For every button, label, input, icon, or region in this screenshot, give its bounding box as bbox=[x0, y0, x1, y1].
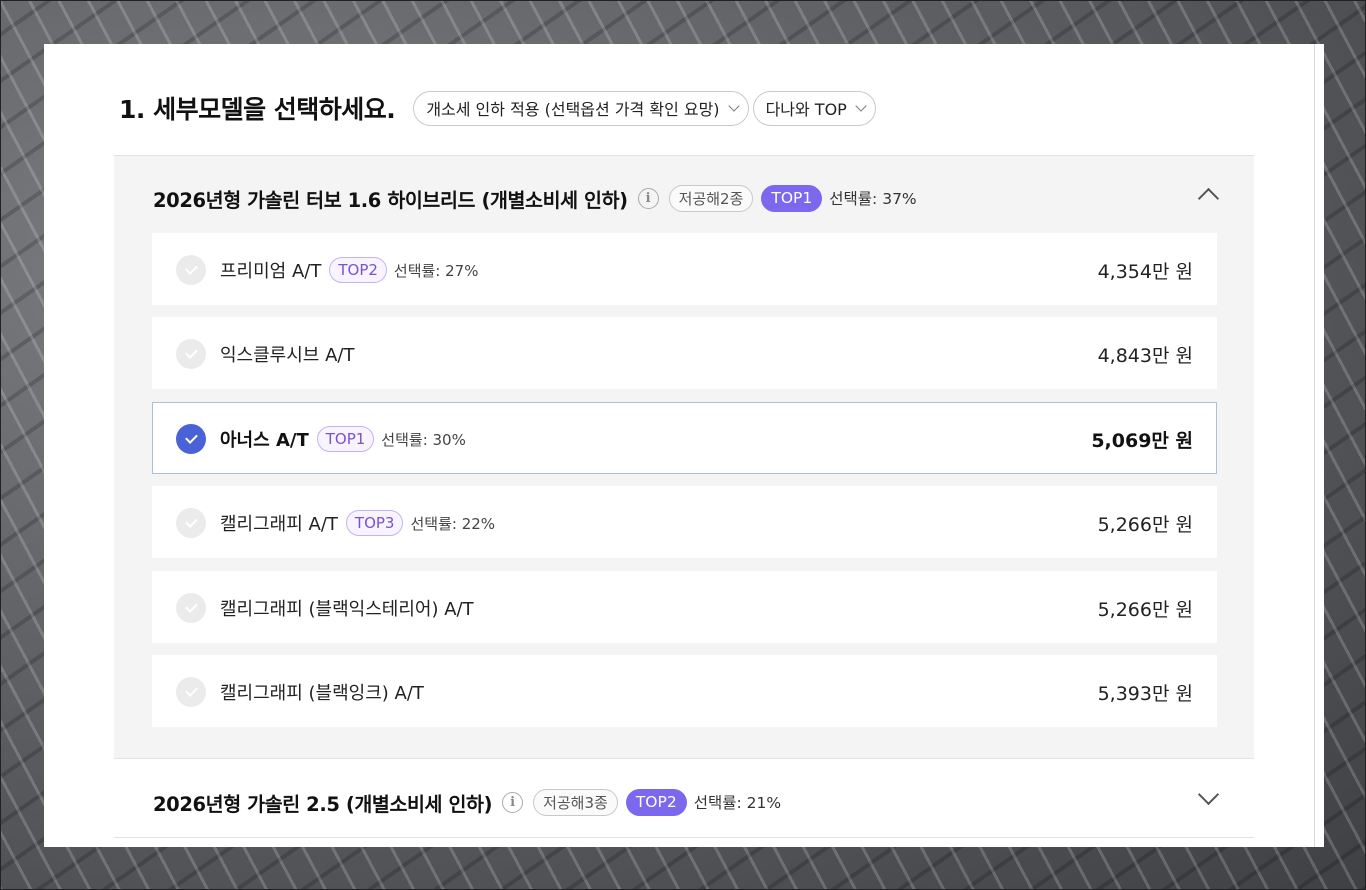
scrollbar[interactable] bbox=[1314, 44, 1315, 847]
trim-row[interactable]: 캘리그래피 (블랙잉크) A/T 5,393만 원 bbox=[152, 655, 1217, 727]
trim-price: 5,266만 원 bbox=[1097, 513, 1193, 536]
collapse-chevron-up-icon[interactable] bbox=[1197, 187, 1220, 210]
tax-filter-dropdown[interactable]: 개소세 인하 적용 (선택옵션 가격 확인 요망) bbox=[413, 90, 749, 126]
low-emission-badge: 저공해2종 bbox=[668, 184, 754, 212]
low-emission-badge: 저공해3종 bbox=[533, 788, 618, 816]
trim-name: 익스클루시브 A/T bbox=[220, 345, 355, 366]
check-circle-icon[interactable] bbox=[176, 508, 206, 538]
trim-row[interactable]: 캘리그래피 A/T TOP3 선택률: 22% 5,266만 원 bbox=[152, 486, 1217, 558]
tax-filter-label: 개소세 인하 적용 (선택옵션 가격 확인 요망) bbox=[426, 100, 720, 119]
sort-dropdown[interactable]: 다나와 TOP bbox=[752, 90, 876, 126]
check-circle-icon[interactable] bbox=[176, 424, 206, 454]
info-icon[interactable]: i bbox=[502, 791, 524, 813]
group-header[interactable]: 2026년형 가솔린 2.5 (개별소비세 인하) i 저공해3종 TOP2 선… bbox=[153, 784, 781, 820]
group-title: 2026년형 가솔린 2.5 (개별소비세 인하) bbox=[153, 792, 493, 816]
group-header[interactable]: 2026년형 가솔린 터보 1.6 하이브리드 (개별소비세 인하) i 저공해… bbox=[153, 180, 917, 216]
chevron-down-icon bbox=[727, 99, 740, 112]
trim-row[interactable]: 익스클루시브 A/T 4,843만 원 bbox=[152, 317, 1217, 389]
trim-name: 캘리그래피 (블랙잉크) A/T bbox=[220, 683, 424, 704]
trim-name: 아너스 A/T bbox=[220, 430, 309, 451]
trim-name: 캘리그래피 (블랙익스테리어) A/T bbox=[220, 599, 474, 620]
trim-row[interactable]: 캘리그래피 (블랙익스테리어) A/T 5,266만 원 bbox=[152, 571, 1217, 643]
trim-name: 캘리그래피 A/T bbox=[220, 514, 338, 535]
model-group-gasoline: 2026년형 가솔린 2.5 (개별소비세 인하) i 저공해3종 TOP2 선… bbox=[114, 760, 1254, 838]
chevron-down-icon bbox=[855, 99, 867, 112]
trim-price: 4,843만 원 bbox=[1097, 344, 1193, 367]
top-rank-badge: TOP1 bbox=[316, 426, 375, 452]
info-icon[interactable]: i bbox=[637, 187, 659, 209]
trim-row-selected[interactable]: 아너스 A/T TOP1 선택률: 30% 5,069만 원 bbox=[152, 402, 1217, 474]
section-header: 1. 세부모델을 선택하세요. 개소세 인하 적용 (선택옵션 가격 확인 요망… bbox=[119, 90, 880, 126]
check-circle-icon[interactable] bbox=[176, 677, 206, 707]
trim-selection-rate: 선택률: 27% bbox=[393, 261, 479, 280]
check-circle-icon[interactable] bbox=[176, 255, 206, 285]
trim-name: 프리미엄 A/T bbox=[220, 261, 322, 282]
group-title: 2026년형 가솔린 터보 1.6 하이브리드 (개별소비세 인하) bbox=[153, 188, 628, 212]
top-rank-badge: TOP1 bbox=[761, 184, 823, 212]
model-group-hybrid: 2026년형 가솔린 터보 1.6 하이브리드 (개별소비세 인하) i 저공해… bbox=[114, 155, 1254, 759]
check-circle-icon[interactable] bbox=[176, 593, 206, 623]
trim-price: 5,069만 원 bbox=[1091, 429, 1193, 452]
check-circle-icon[interactable] bbox=[176, 339, 206, 369]
top-rank-badge: TOP2 bbox=[329, 257, 387, 283]
selection-rate: 선택률: 37% bbox=[829, 190, 917, 208]
trim-row[interactable]: 프리미엄 A/T TOP2 선택률: 27% 4,354만 원 bbox=[152, 233, 1217, 305]
page-title: 1. 세부모델을 선택하세요. bbox=[119, 95, 396, 124]
sort-label: 다나와 TOP bbox=[765, 100, 847, 119]
trim-price: 5,393만 원 bbox=[1097, 682, 1193, 705]
trim-price: 4,354만 원 bbox=[1097, 260, 1193, 283]
model-selection-panel: 1. 세부모델을 선택하세요. 개소세 인하 적용 (선택옵션 가격 확인 요망… bbox=[44, 44, 1324, 847]
expand-chevron-down-icon[interactable] bbox=[1197, 783, 1220, 806]
trim-price: 5,266만 원 bbox=[1097, 598, 1193, 621]
trim-selection-rate: 선택률: 22% bbox=[410, 514, 496, 533]
trim-selection-rate: 선택률: 30% bbox=[381, 430, 466, 449]
top-rank-badge: TOP3 bbox=[345, 510, 404, 536]
top-rank-badge: TOP2 bbox=[625, 788, 687, 816]
selection-rate: 선택률: 21% bbox=[693, 794, 782, 812]
